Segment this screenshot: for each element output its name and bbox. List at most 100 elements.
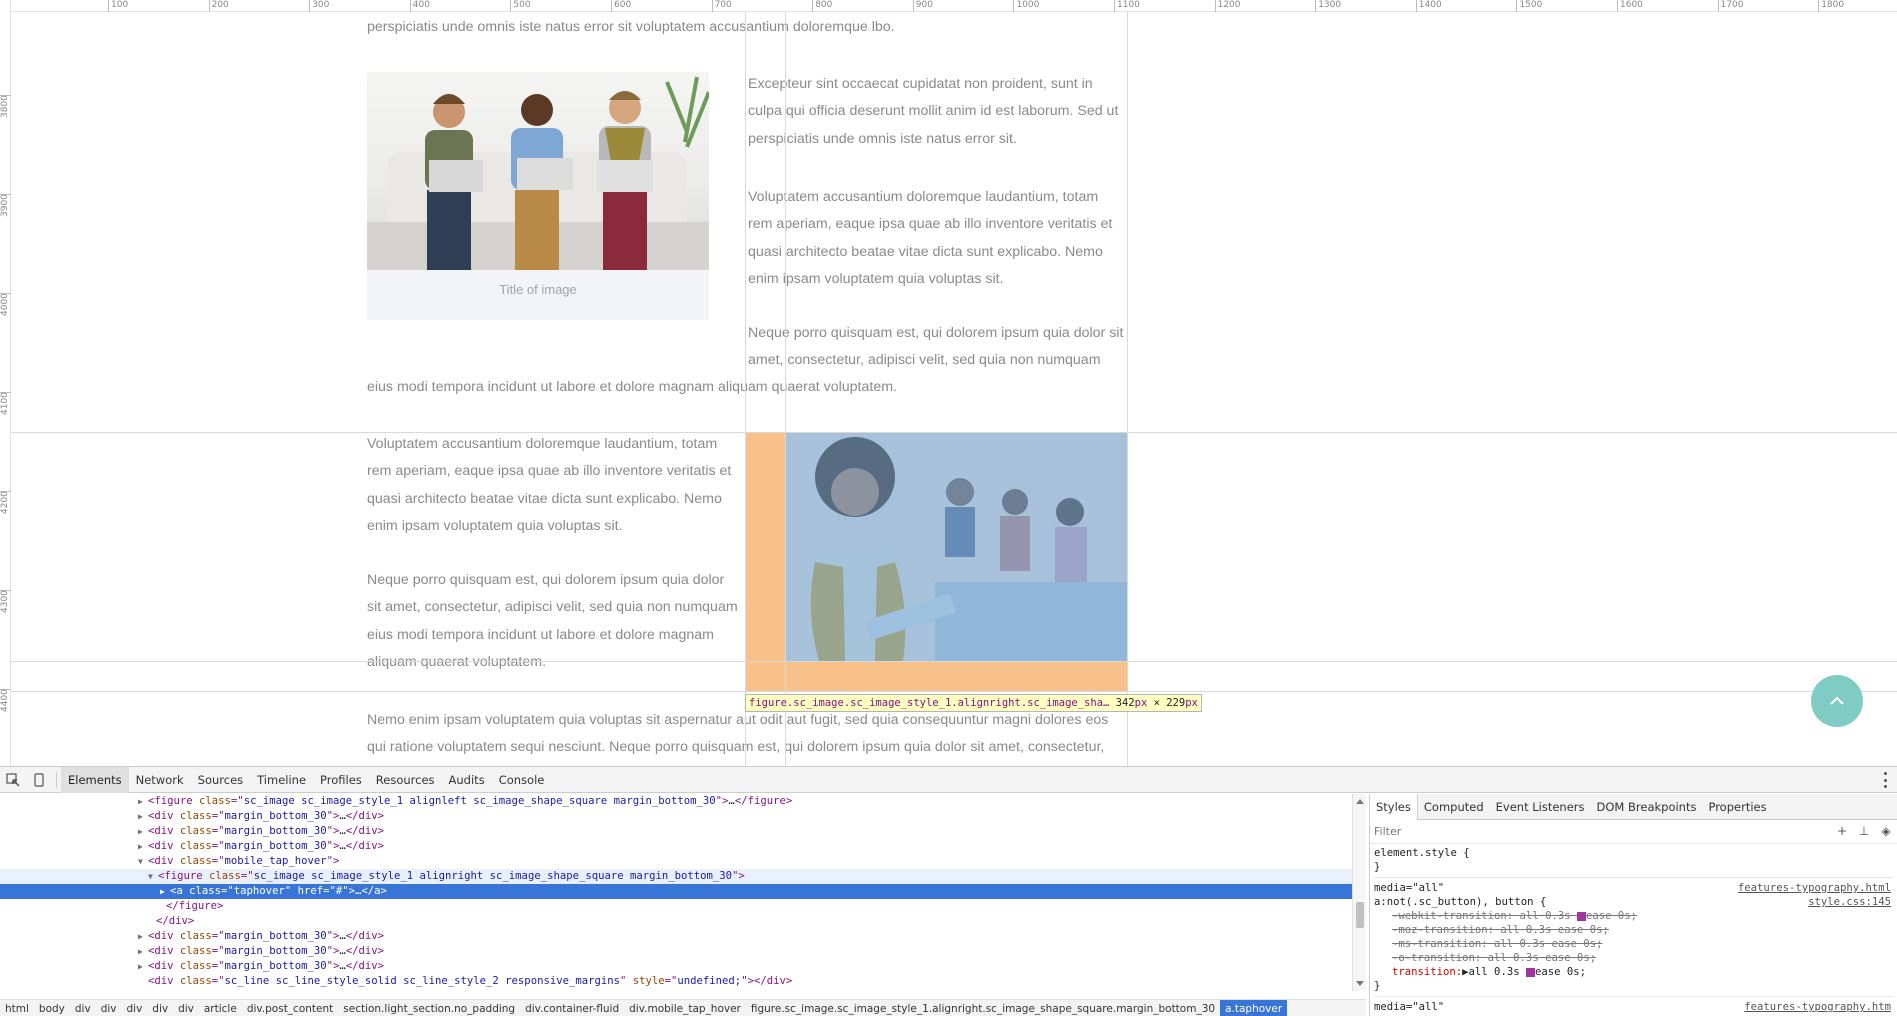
ruler-tick: 800: [812, 0, 832, 12]
device-mode-icon[interactable]: [26, 767, 52, 793]
tooltip-width: 342: [1115, 697, 1135, 709]
styles-tab-styles[interactable]: Styles: [1370, 794, 1418, 820]
dom-node[interactable]: ▶ <a class="taphover" href="#">…</a>: [0, 884, 1352, 899]
breadcrumb-item[interactable]: article: [199, 1000, 242, 1016]
styles-filter-input[interactable]: [1370, 820, 1670, 843]
collapse-triangle-icon[interactable]: ▼: [148, 869, 158, 884]
expand-triangle-icon[interactable]: ▶: [138, 809, 148, 824]
expand-triangle-icon[interactable]: ▶: [138, 944, 148, 959]
devtools-panel: Elements Network Sources Timeline Profiles Re…: [0, 766, 1897, 1016]
element-style-selector[interactable]: element.style {: [1374, 846, 1893, 860]
style-property[interactable]: -webkit-transition: all 0.3s: [1392, 910, 1577, 922]
figure-right-highlighted[interactable]: [745, 432, 1127, 691]
breadcrumb-item[interactable]: section.light_section.no_padding: [338, 1000, 520, 1016]
breadcrumb-item[interactable]: div.mobile_tap_hover: [624, 1000, 746, 1016]
styles-tab-event-listeners[interactable]: Event Listeners: [1490, 794, 1591, 820]
style-property[interactable]: -ms-transition: all 0.3s ease 0s;: [1392, 938, 1602, 950]
dom-node[interactable]: ▼ <div class="mobile_tap_hover">: [0, 854, 1352, 869]
dom-token: </div>: [345, 825, 385, 837]
breadcrumb-item[interactable]: div: [147, 1000, 173, 1016]
tooltip-unit: px: [1185, 697, 1198, 709]
dom-tree-scrollbar[interactable]: [1352, 794, 1366, 991]
dom-node[interactable]: ▶ <div class="margin_bottom_30">…</div>: [0, 944, 1352, 959]
dom-token: sc_image sc_image_style_1 alignright sc_…: [253, 870, 733, 882]
scrollbar-thumb[interactable]: [1356, 902, 1364, 928]
breadcrumb-item[interactable]: div: [96, 1000, 122, 1016]
dom-token: ">: [326, 930, 340, 942]
expand-triangle-icon[interactable]: ▶: [138, 839, 148, 854]
dom-token: =": [664, 975, 678, 987]
toggle-element-state-icon[interactable]: ◈: [1879, 824, 1893, 838]
breadcrumb-item[interactable]: body: [34, 1000, 70, 1016]
dom-token: ">: [342, 885, 356, 897]
ruler-tick-label: 1000: [1016, 0, 1040, 10]
source-link[interactable]: features-typography.htm: [1744, 1000, 1891, 1014]
dom-node[interactable]: ▶ <figure class="sc_image sc_image_style_…: [0, 794, 1352, 809]
inspect-element-icon[interactable]: [0, 767, 26, 793]
dom-node[interactable]: ▶ <div class="margin_bottom_30">…</div>: [0, 839, 1352, 854]
style-property[interactable]: -moz-transition: all 0.3s ease 0s;: [1392, 924, 1609, 936]
dom-token: =": [221, 885, 234, 897]
tab-resources[interactable]: Resources: [369, 767, 442, 793]
source-link[interactable]: style.css:145: [1808, 895, 1891, 909]
more-options-icon[interactable]: [1883, 772, 1887, 788]
easing-swatch-icon[interactable]: [1576, 911, 1586, 921]
style-property-value[interactable]: ▶all 0.3s: [1462, 966, 1526, 978]
dom-token: taphover: [233, 885, 285, 897]
dom-node[interactable]: ▼ <figure class="sc_image sc_image_style_…: [0, 869, 1352, 884]
breadcrumb-item[interactable]: div: [121, 1000, 147, 1016]
dom-token: mobile_tap_hover: [224, 855, 327, 867]
styles-tab-dom-breakpoints[interactable]: DOM Breakpoints: [1591, 794, 1703, 820]
dom-token: margin_bottom_30: [224, 930, 327, 942]
breadcrumb-item[interactable]: div.container-fluid: [520, 1000, 624, 1016]
expand-triangle-icon[interactable]: ▶: [160, 884, 170, 899]
tab-audits[interactable]: Audits: [442, 767, 492, 793]
breadcrumb-item[interactable]: div: [70, 1000, 96, 1016]
dom-token: =": [211, 855, 225, 867]
scroll-down-icon[interactable]: [1356, 981, 1364, 986]
styles-tab-properties[interactable]: Properties: [1702, 794, 1772, 820]
breadcrumb-item[interactable]: div: [173, 1000, 199, 1016]
tab-profiles[interactable]: Profiles: [313, 767, 369, 793]
dom-node[interactable]: </figure>: [0, 899, 1352, 914]
dom-node[interactable]: </div>: [0, 914, 1352, 929]
expand-triangle-icon[interactable]: ▶: [138, 929, 148, 944]
tab-timeline[interactable]: Timeline: [250, 767, 313, 793]
tab-sources[interactable]: Sources: [191, 767, 251, 793]
ruler-tick: 4100: [0, 392, 11, 415]
breadcrumb-item[interactable]: div.post_content: [242, 1000, 338, 1016]
scroll-to-top-button[interactable]: [1811, 675, 1863, 727]
dom-node[interactable]: ▶ <div class="margin_bottom_30">…</div>: [0, 824, 1352, 839]
rule-selector[interactable]: a:not(.sc_button), button {: [1374, 896, 1546, 908]
breadcrumb-item[interactable]: a.taphover: [1220, 1000, 1288, 1016]
dom-node[interactable]: ▶ <div class="margin_bottom_30">…</div>: [0, 959, 1352, 974]
tab-network[interactable]: Network: [129, 767, 191, 793]
breadcrumb-item[interactable]: figure.sc_image.sc_image_style_1.alignri…: [746, 1000, 1220, 1016]
styles-tab-computed[interactable]: Computed: [1418, 794, 1490, 820]
dom-node[interactable]: ▶ <div class="margin_bottom_30">…</div>: [0, 809, 1352, 824]
expand-triangle-icon[interactable]: ▶: [138, 794, 148, 809]
dom-token: margin_bottom_30: [224, 825, 327, 837]
tab-console[interactable]: Console: [492, 767, 552, 793]
new-style-rule-icon[interactable]: +: [1835, 824, 1849, 838]
figure-left[interactable]: Title of image: [367, 72, 709, 320]
tab-elements[interactable]: Elements: [61, 766, 129, 793]
style-property-name[interactable]: transition:: [1392, 966, 1462, 978]
easing-swatch-icon[interactable]: [1525, 967, 1535, 977]
dom-token: ">: [326, 945, 340, 957]
collapse-triangle-icon[interactable]: ▼: [138, 854, 148, 869]
expand-triangle-icon[interactable]: ▶: [138, 824, 148, 839]
expand-triangle-icon[interactable]: ▶: [138, 959, 148, 974]
scroll-up-icon[interactable]: [1356, 799, 1364, 804]
paragraph-wrap-line: eius modi tempora incidunt ut labore et …: [367, 379, 897, 395]
ruler-tick-label: 1400: [1418, 0, 1442, 10]
dom-node[interactable]: <div class="sc_line sc_line_style_solid …: [0, 974, 1352, 989]
dom-token: style: [632, 975, 665, 987]
breadcrumb-item[interactable]: html: [0, 1000, 34, 1016]
dom-node[interactable]: ▶ <div class="margin_bottom_30">…</div>: [0, 929, 1352, 944]
ruler-tick: 1800: [1818, 0, 1844, 12]
ruler-tick: 4400: [0, 689, 11, 712]
source-link[interactable]: features-typography.html: [1738, 881, 1891, 895]
pin-icon[interactable]: ⊥: [1857, 824, 1871, 838]
style-property[interactable]: -o-transition: all 0.3s ease 0s;: [1392, 952, 1596, 964]
